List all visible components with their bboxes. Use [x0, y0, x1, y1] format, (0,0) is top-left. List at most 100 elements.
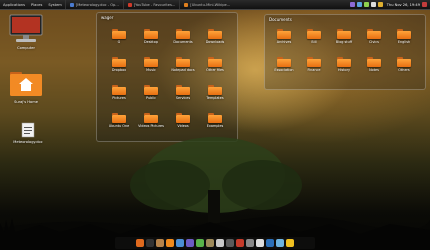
folder-item[interactable]: Blog stuff — [329, 29, 359, 57]
folder-item[interactable]: Music — [135, 57, 167, 85]
taskbar-item-label: [Meteorology.doc - Op... — [75, 2, 119, 7]
folder-item[interactable]: English — [389, 29, 419, 57]
folder-icon — [144, 29, 158, 39]
settings-icon[interactable] — [226, 239, 234, 247]
folder-item[interactable]: Notepad docs — [167, 57, 199, 85]
folder-label: Civics — [369, 40, 379, 44]
editor-icon[interactable] — [216, 239, 224, 247]
folder-label: Desktop — [144, 40, 158, 44]
folder-label: Blog stuff — [335, 40, 353, 44]
folder-item[interactable]: History — [329, 57, 359, 85]
photo-icon[interactable] — [236, 239, 244, 247]
taskbar-item-document[interactable]: [Meteorology.doc - Op... — [64, 0, 123, 9]
document-icon — [69, 2, 74, 7]
folder-icon — [208, 57, 222, 67]
vlc-icon[interactable] — [166, 239, 174, 247]
folder-item[interactable]: Notes — [359, 57, 389, 85]
gimp-icon[interactable] — [206, 239, 214, 247]
desktop-icon-computer[interactable]: Computer — [6, 14, 46, 50]
folder-item[interactable]: Finance — [299, 57, 329, 85]
top-panel: Applications Places System [Meteorology.… — [0, 0, 430, 10]
weather-icon[interactable] — [286, 239, 294, 247]
battery-icon[interactable] — [377, 2, 383, 7]
folder-item[interactable]: Dropbox — [103, 57, 135, 85]
volume-icon[interactable] — [370, 2, 376, 7]
folder-label: Documents — [173, 40, 193, 44]
trash-icon[interactable] — [246, 239, 254, 247]
files-icon[interactable] — [156, 239, 164, 247]
desktop-icon-label: Suraj's Home — [14, 100, 38, 104]
folder-item[interactable]: Templates — [199, 85, 231, 113]
system-tray: Thu Nov 26, 19:49 — [349, 2, 430, 7]
folder-item[interactable]: Bill — [299, 29, 329, 57]
folder-item[interactable]: Public — [135, 85, 167, 113]
taskbar-item-label: [Ubuntu-Mini-Wikipe... — [190, 2, 231, 7]
folder-label: Archives — [276, 40, 292, 44]
stack-title: Documents — [269, 17, 292, 22]
chat-icon[interactable] — [196, 239, 204, 247]
taskbar-item-wiki[interactable]: [Ubuntu-Mini-Wikipe... — [179, 0, 234, 9]
folder-icon — [277, 29, 291, 39]
folder-icon — [176, 29, 190, 39]
folder-icon — [337, 57, 351, 67]
folder-icon — [307, 57, 321, 67]
folder-item[interactable]: G — [103, 29, 135, 57]
folder-icon — [397, 29, 411, 39]
power-icon[interactable] — [422, 2, 427, 7]
folder-item[interactable]: Archives — [269, 29, 299, 57]
folder-icon — [307, 29, 321, 39]
stack-title: wager — [101, 15, 114, 20]
folder-label: History — [337, 68, 351, 72]
menu-applications[interactable]: Applications — [0, 3, 28, 7]
folder-icon — [144, 85, 158, 95]
folder-label: Bill — [311, 40, 317, 44]
folder-item[interactable]: Services — [167, 85, 199, 113]
folder-icon — [397, 57, 411, 67]
folder-icon — [112, 85, 126, 95]
network-icon[interactable] — [276, 239, 284, 247]
clock[interactable]: Thu Nov 26, 19:49 — [387, 3, 420, 7]
network-icon[interactable] — [356, 2, 362, 7]
folder-icon — [337, 29, 351, 39]
system-icon[interactable] — [266, 239, 274, 247]
firefox-icon[interactable] — [136, 239, 144, 247]
terminal-icon[interactable] — [146, 239, 154, 247]
dock — [115, 237, 315, 249]
taskbar-item-youtube[interactable]: [YouTube - Favourites... — [122, 0, 180, 9]
folder-icon — [176, 57, 190, 67]
folder-icon — [112, 57, 126, 67]
folder-icon — [367, 29, 381, 39]
folder-item[interactable]: Essociation — [269, 57, 299, 85]
computer-icon — [9, 14, 43, 42]
folder-label: Notes — [369, 68, 379, 72]
folder-item[interactable]: Downloads — [199, 29, 231, 57]
desktop-icon-home[interactable]: Suraj's Home — [6, 70, 46, 104]
folder-label: Music — [146, 68, 156, 72]
folder-label: Other files — [206, 68, 224, 72]
folder-item[interactable]: Other files — [199, 57, 231, 85]
browser-icon — [184, 2, 189, 7]
folder-icon — [208, 85, 222, 95]
update-icon[interactable] — [363, 2, 369, 7]
folder-item[interactable]: Documents — [167, 29, 199, 57]
folder-item[interactable]: Desktop — [135, 29, 167, 57]
menu-system[interactable]: System — [45, 3, 64, 7]
mail-icon[interactable] — [186, 239, 194, 247]
folder-icon — [367, 57, 381, 67]
folder-item[interactable]: Civics — [359, 29, 389, 57]
menu-places[interactable]: Places — [28, 3, 45, 7]
mail-icon[interactable] — [349, 2, 355, 7]
folder-item[interactable]: Others — [389, 57, 419, 85]
wallpaper-tree-silhouette — [0, 137, 430, 250]
stack-documents: Documents Archives Bill Blog stuff Civics En… — [264, 14, 426, 90]
browser-icon — [127, 2, 132, 7]
folder-label: Finance — [307, 68, 321, 72]
folder-icon — [277, 57, 291, 67]
taskbar-item-label: [YouTube - Favourites... — [133, 2, 176, 7]
folder-label: G — [117, 40, 121, 44]
folder-label: Pictures — [112, 96, 126, 100]
folder-item[interactable]: Pictures — [103, 85, 135, 113]
clock-icon[interactable] — [256, 239, 264, 247]
music-icon[interactable] — [176, 239, 184, 247]
folder-label: Dropbox — [111, 68, 127, 72]
